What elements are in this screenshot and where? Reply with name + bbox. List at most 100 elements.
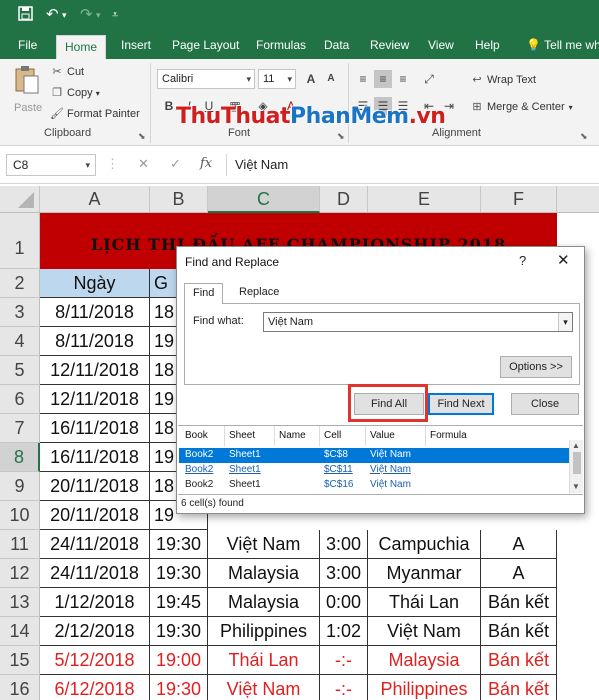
- undo-icon[interactable]: ↶: [46, 6, 59, 24]
- row-header-7[interactable]: 7: [0, 414, 40, 443]
- result-header-name[interactable]: Name: [279, 430, 306, 441]
- cell-a16[interactable]: 6/12/2018: [40, 675, 150, 700]
- column-header-e[interactable]: E: [368, 186, 481, 213]
- tab-replace[interactable]: Replace: [231, 283, 287, 303]
- cell-a13[interactable]: 1/12/2018: [40, 588, 150, 617]
- cell-d15[interactable]: -:-: [320, 646, 368, 675]
- cell-a8[interactable]: 16/11/2018: [40, 443, 150, 472]
- cell-d12[interactable]: 3:00: [320, 559, 368, 588]
- cell-d13[interactable]: 0:00: [320, 588, 368, 617]
- row-header-13[interactable]: 13: [0, 588, 40, 617]
- cell-a7[interactable]: 16/11/2018: [40, 414, 150, 443]
- paste-button[interactable]: Paste: [14, 65, 42, 115]
- result-row[interactable]: Book2 Sheet1 $C$8 Việt Nam: [179, 448, 569, 463]
- cell-a12[interactable]: 24/11/2018: [40, 559, 150, 588]
- wrap-text-button[interactable]: ↩ Wrap Text: [470, 73, 536, 87]
- align-bottom-icon[interactable]: ≡: [394, 70, 412, 88]
- cell-c11[interactable]: Việt Nam: [208, 530, 320, 559]
- cell-e15[interactable]: Malaysia: [368, 646, 481, 675]
- cell-a5[interactable]: 12/11/2018: [40, 356, 150, 385]
- row-header-12[interactable]: 12: [0, 559, 40, 588]
- cell-d11[interactable]: 3:00: [320, 530, 368, 559]
- cell-b16[interactable]: 19:30: [150, 675, 208, 700]
- tab-review[interactable]: Review: [362, 32, 417, 59]
- redo-icon[interactable]: ↷: [80, 6, 93, 24]
- result-row[interactable]: Book2 Sheet1 $C$16 Việt Nam: [179, 478, 569, 493]
- tab-file[interactable]: File: [10, 32, 45, 59]
- cancel-icon[interactable]: ✕: [138, 156, 149, 172]
- decrease-font-icon[interactable]: A: [322, 70, 340, 88]
- cell-c15[interactable]: Thái Lan: [208, 646, 320, 675]
- cell-b14[interactable]: 19:30: [150, 617, 208, 646]
- chevron-down-icon[interactable]: ▾: [558, 313, 572, 331]
- header-cell-date[interactable]: Ngày: [40, 269, 150, 298]
- result-header-cell[interactable]: Cell: [324, 430, 341, 441]
- undo-dropdown-icon[interactable]: ▾: [62, 6, 67, 24]
- row-header-8[interactable]: 8: [0, 443, 40, 472]
- copy-button[interactable]: ❐ Copy ▾: [50, 86, 100, 101]
- row-header-10[interactable]: 10: [0, 501, 40, 530]
- tab-page-layout[interactable]: Page Layout: [164, 32, 247, 59]
- cell-a14[interactable]: 2/12/2018: [40, 617, 150, 646]
- row-header-11[interactable]: 11: [0, 530, 40, 559]
- redo-dropdown-icon[interactable]: ▾: [96, 6, 101, 24]
- tab-find[interactable]: Find: [184, 283, 224, 304]
- find-what-input[interactable]: Việt Nam ▾: [263, 312, 573, 332]
- cell-a6[interactable]: 12/11/2018: [40, 385, 150, 414]
- merge-center-button[interactable]: ⊞ Merge & Center ▾: [470, 100, 572, 115]
- cell-a9[interactable]: 20/11/2018: [40, 472, 150, 501]
- result-header-sheet[interactable]: Sheet: [229, 430, 255, 441]
- column-header-b[interactable]: B: [150, 186, 208, 213]
- row-header-6[interactable]: 6: [0, 385, 40, 414]
- row-header-4[interactable]: 4: [0, 327, 40, 356]
- cell-b15[interactable]: 19:00: [150, 646, 208, 675]
- align-middle-icon[interactable]: ≡: [374, 70, 392, 88]
- cell-e14[interactable]: Việt Nam: [368, 617, 481, 646]
- cell-e16[interactable]: Philippines: [368, 675, 481, 700]
- cell-c16[interactable]: Việt Nam: [208, 675, 320, 700]
- tab-home[interactable]: Home: [56, 35, 107, 59]
- results-scrollbar[interactable]: ▲ ▼: [569, 440, 583, 493]
- cell-f16[interactable]: Bán kết: [481, 675, 557, 700]
- save-icon[interactable]: [18, 6, 33, 26]
- column-header-f[interactable]: F: [481, 186, 557, 213]
- row-header-9[interactable]: 9: [0, 472, 40, 501]
- font-name-combo[interactable]: Calibri ▾: [157, 69, 255, 89]
- align-top-icon[interactable]: ≡: [354, 70, 372, 88]
- cell-c13[interactable]: Malaysia: [208, 588, 320, 617]
- cell-f12[interactable]: A: [481, 559, 557, 588]
- select-all-corner[interactable]: [0, 186, 40, 213]
- result-row[interactable]: Book2 Sheet1 $C$11 Việt Nam: [179, 463, 569, 478]
- enter-icon[interactable]: ✓: [170, 156, 181, 172]
- tab-data[interactable]: Data: [316, 32, 357, 59]
- cell-b12[interactable]: 19:30: [150, 559, 208, 588]
- alignment-dialog-launcher-icon[interactable]: ⬊: [580, 131, 588, 142]
- row-header-16[interactable]: 16: [0, 675, 40, 700]
- cell-f13[interactable]: Bán kết: [481, 588, 557, 617]
- orientation-icon[interactable]: ⤢: [420, 70, 438, 88]
- row-header-3[interactable]: 3: [0, 298, 40, 327]
- cell-f11[interactable]: A: [481, 530, 557, 559]
- column-header-d[interactable]: D: [320, 186, 368, 213]
- cell-a10[interactable]: 20/11/2018: [40, 501, 150, 530]
- cell-a3[interactable]: 8/11/2018: [40, 298, 150, 327]
- cell-f15[interactable]: Bán kết: [481, 646, 557, 675]
- cell-b11[interactable]: 19:30: [150, 530, 208, 559]
- cell-f14[interactable]: Bán kết: [481, 617, 557, 646]
- insert-function-icon[interactable]: fx: [200, 156, 212, 171]
- row-header-5[interactable]: 5: [0, 356, 40, 385]
- cell-d14[interactable]: 1:02: [320, 617, 368, 646]
- font-dialog-launcher-icon[interactable]: ⬊: [337, 131, 345, 142]
- tab-formulas[interactable]: Formulas: [248, 32, 314, 59]
- close-icon[interactable]: ✕: [557, 251, 570, 269]
- tab-view[interactable]: View: [420, 32, 462, 59]
- scroll-thumb[interactable]: [573, 452, 581, 474]
- format-painter-button[interactable]: 🖌 Format Painter: [50, 107, 140, 121]
- cell-c14[interactable]: Philippines: [208, 617, 320, 646]
- cell-c12[interactable]: Malaysia: [208, 559, 320, 588]
- result-header-book[interactable]: Book: [185, 430, 208, 441]
- options-button[interactable]: Options >>: [500, 356, 572, 378]
- row-header-14[interactable]: 14: [0, 617, 40, 646]
- row-header-1[interactable]: 1: [0, 213, 40, 269]
- increase-font-icon[interactable]: A: [302, 70, 320, 88]
